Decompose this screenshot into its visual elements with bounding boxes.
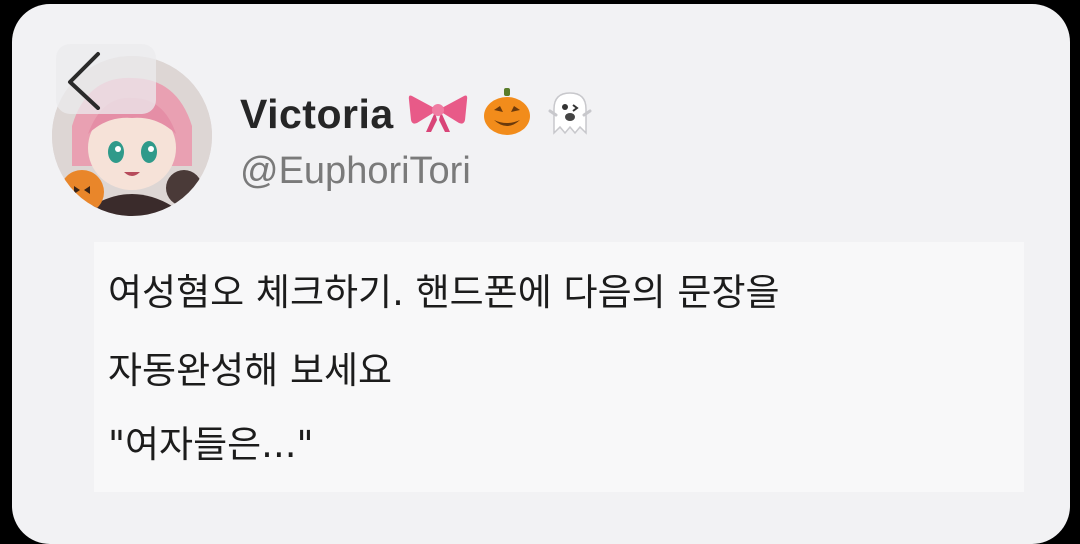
tweet-text-line-3: "여자들은..." [108, 423, 314, 466]
display-name[interactable]: Victoria [240, 91, 394, 138]
back-button[interactable] [56, 44, 156, 114]
tweet-card: Victoria @EuphoriTori 여성혐오 체크하기. 핸드폰에 다음… [12, 4, 1070, 544]
tweet-text-line-2: 자동완성해 보세요 [108, 349, 393, 392]
chevron-left-icon [68, 52, 100, 110]
tweet-text-line-1: 여성혐오 체크하기. 핸드폰에 다음의 문장을 [108, 271, 780, 314]
ghost-emoji [546, 89, 594, 139]
name-row: Victoria [240, 88, 594, 140]
bow-emoji [408, 90, 468, 138]
user-handle[interactable]: @EuphoriTori [240, 150, 471, 193]
jack-o-lantern-emoji [482, 88, 532, 140]
